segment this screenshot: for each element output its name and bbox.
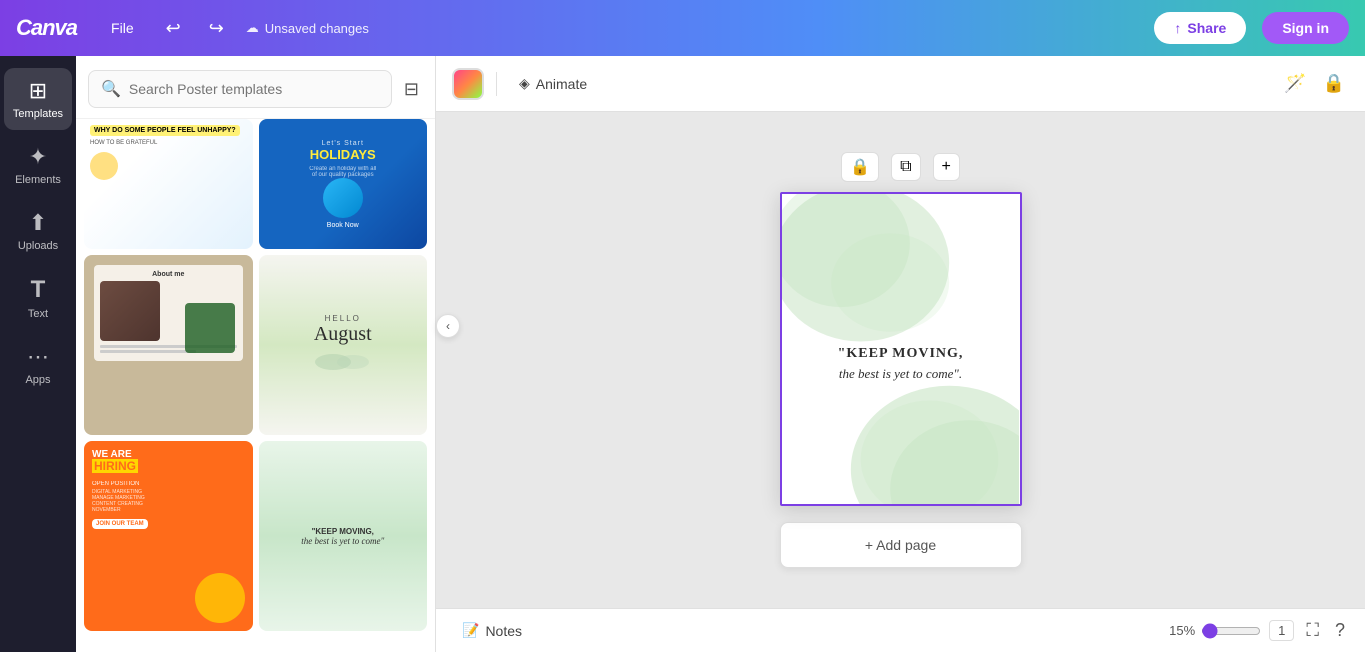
zoom-level-label: 15% — [1169, 623, 1195, 638]
toolbar-divider — [496, 72, 497, 96]
sidebar-item-apps[interactable]: ⋯ Apps — [4, 334, 72, 396]
filter-icon: ⊟ — [404, 79, 419, 99]
filter-button[interactable]: ⊟ — [400, 75, 423, 104]
template-preview: "KEEP MOVING, the best is yet to come" — [259, 441, 428, 631]
template-row: WE ARE HIRING OPEN POSITION DIGITAL MARK… — [84, 441, 427, 631]
template-thumb-colorful[interactable]: WHY DO SOME PEOPLE FEEL UNHAPPY? HOW TO … — [84, 119, 253, 249]
template-row: About me — [84, 255, 427, 435]
unsaved-status: ☁ Unsaved changes — [246, 20, 369, 36]
template-thumb-holiday[interactable]: Let's Start HOLIDAYS Create an holiday w… — [259, 119, 428, 249]
design-canvas[interactable]: "KEEP MOVING, the best is yet to come". — [780, 192, 1022, 506]
apps-icon: ⋯ — [27, 344, 49, 370]
topbar: Canva File ↩ ↪ ☁ Unsaved changes ↑ Share… — [0, 0, 1365, 56]
help-button[interactable]: ? — [1331, 616, 1349, 645]
template-thumb-hiring[interactable]: WE ARE HIRING OPEN POSITION DIGITAL MARK… — [84, 441, 253, 631]
canva-logo: Canva — [16, 15, 77, 41]
quote-line1: "KEEP MOVING, — [838, 346, 964, 362]
sidebar: ⊞ Templates ✦ Elements ⬆ Uploads T Text … — [0, 56, 76, 652]
notes-icon: 📝 — [462, 622, 479, 639]
template-preview: Let's Start HOLIDAYS Create an holiday w… — [259, 119, 428, 249]
template-preview: WHY DO SOME PEOPLE FEEL UNHAPPY? HOW TO … — [84, 119, 253, 249]
sidebar-item-elements[interactable]: ✦ Elements — [4, 134, 72, 196]
bottom-bar: 📝 Notes 15% 1 ⛶ ? — [436, 608, 1365, 652]
template-preview: HELLO August — [259, 255, 428, 435]
template-preview: WE ARE HIRING OPEN POSITION DIGITAL MARK… — [84, 441, 253, 631]
search-area: 🔍 ⊟ — [76, 56, 435, 119]
magic-icon-button[interactable]: 🪄 — [1280, 69, 1310, 98]
lock-icon-button[interactable]: 🔒 — [1319, 69, 1349, 98]
share-button[interactable]: ↑ Share — [1154, 12, 1246, 44]
animate-icon: ◈ — [519, 75, 530, 92]
quote-line2: the best is yet to come". — [838, 366, 964, 382]
main-area: ⊞ Templates ✦ Elements ⬆ Uploads T Text … — [0, 56, 1365, 652]
sidebar-item-label: Uploads — [18, 240, 58, 252]
canvas-toolbar: ◈ Animate 🪄 🔒 — [436, 56, 1365, 112]
notes-label: Notes — [485, 623, 522, 639]
sidebar-item-label: Elements — [15, 174, 61, 186]
search-input[interactable] — [129, 81, 379, 97]
animate-label: Animate — [536, 76, 587, 92]
canvas-page-controls: 🔒 ⧉ + — [841, 152, 960, 182]
canvas-right-icons: 🪄 🔒 — [1280, 69, 1349, 98]
page-indicator: 1 — [1269, 620, 1294, 641]
add-page-button[interactable]: + Add page — [780, 522, 1022, 568]
redo-button[interactable]: ↪ — [203, 14, 230, 43]
search-box[interactable]: 🔍 — [88, 70, 392, 108]
file-menu-button[interactable]: File — [101, 16, 144, 40]
template-thumb-keepmoving[interactable]: "KEEP MOVING, the best is yet to come" — [259, 441, 428, 631]
color-swatch[interactable] — [452, 68, 484, 100]
text-icon: T — [31, 276, 46, 304]
template-thumb-scrapbook[interactable]: About me — [84, 255, 253, 435]
template-thumb-august[interactable]: HELLO August — [259, 255, 428, 435]
copy-page-button[interactable]: ⧉ — [891, 153, 920, 181]
zoom-control: 15% — [1169, 623, 1261, 639]
unsaved-label: Unsaved changes — [265, 21, 369, 36]
search-icon: 🔍 — [101, 79, 121, 99]
sidebar-item-uploads[interactable]: ⬆ Uploads — [4, 200, 72, 262]
zoom-slider[interactable] — [1201, 623, 1261, 639]
undo-button[interactable]: ↩ — [160, 14, 187, 43]
templates-icon: ⊞ — [29, 78, 47, 104]
canvas-inner: "KEEP MOVING, the best is yet to come". — [782, 194, 1020, 506]
cloud-icon: ☁ — [246, 20, 259, 36]
sidebar-item-templates[interactable]: ⊞ Templates — [4, 68, 72, 130]
add-section-button[interactable]: + — [933, 153, 960, 181]
collapse-panel-button[interactable]: ‹ — [436, 314, 460, 338]
canvas-scroll[interactable]: 🔒 ⧉ + — [436, 112, 1365, 608]
animate-button[interactable]: ◈ Animate — [509, 69, 597, 98]
template-panel: 🔍 ⊟ WHY DO SOME PEOPLE FEEL UNHAPPY? HOW… — [76, 56, 436, 652]
share-label: Share — [1187, 20, 1226, 36]
sidebar-item-label: Apps — [25, 374, 50, 386]
canvas-area: ◈ Animate 🪄 🔒 🔒 ⧉ + — [436, 56, 1365, 652]
elements-icon: ✦ — [29, 144, 47, 170]
sidebar-item-text[interactable]: T Text — [4, 266, 72, 330]
sidebar-item-label: Templates — [13, 108, 63, 120]
uploads-icon: ⬆ — [29, 210, 47, 236]
share-icon: ↑ — [1174, 20, 1181, 36]
notes-button[interactable]: 📝 Notes — [452, 616, 532, 645]
sidebar-item-label: Text — [28, 308, 48, 320]
template-row: WHY DO SOME PEOPLE FEEL UNHAPPY? HOW TO … — [84, 119, 427, 249]
canvas-text-content: "KEEP MOVING, the best is yet to come". — [818, 326, 984, 402]
template-preview: About me — [84, 255, 253, 435]
fullscreen-button[interactable]: ⛶ — [1302, 616, 1323, 645]
signin-button[interactable]: Sign in — [1262, 12, 1349, 44]
lock-page-button[interactable]: 🔒 — [841, 152, 879, 182]
template-grid: WHY DO SOME PEOPLE FEEL UNHAPPY? HOW TO … — [76, 119, 435, 652]
